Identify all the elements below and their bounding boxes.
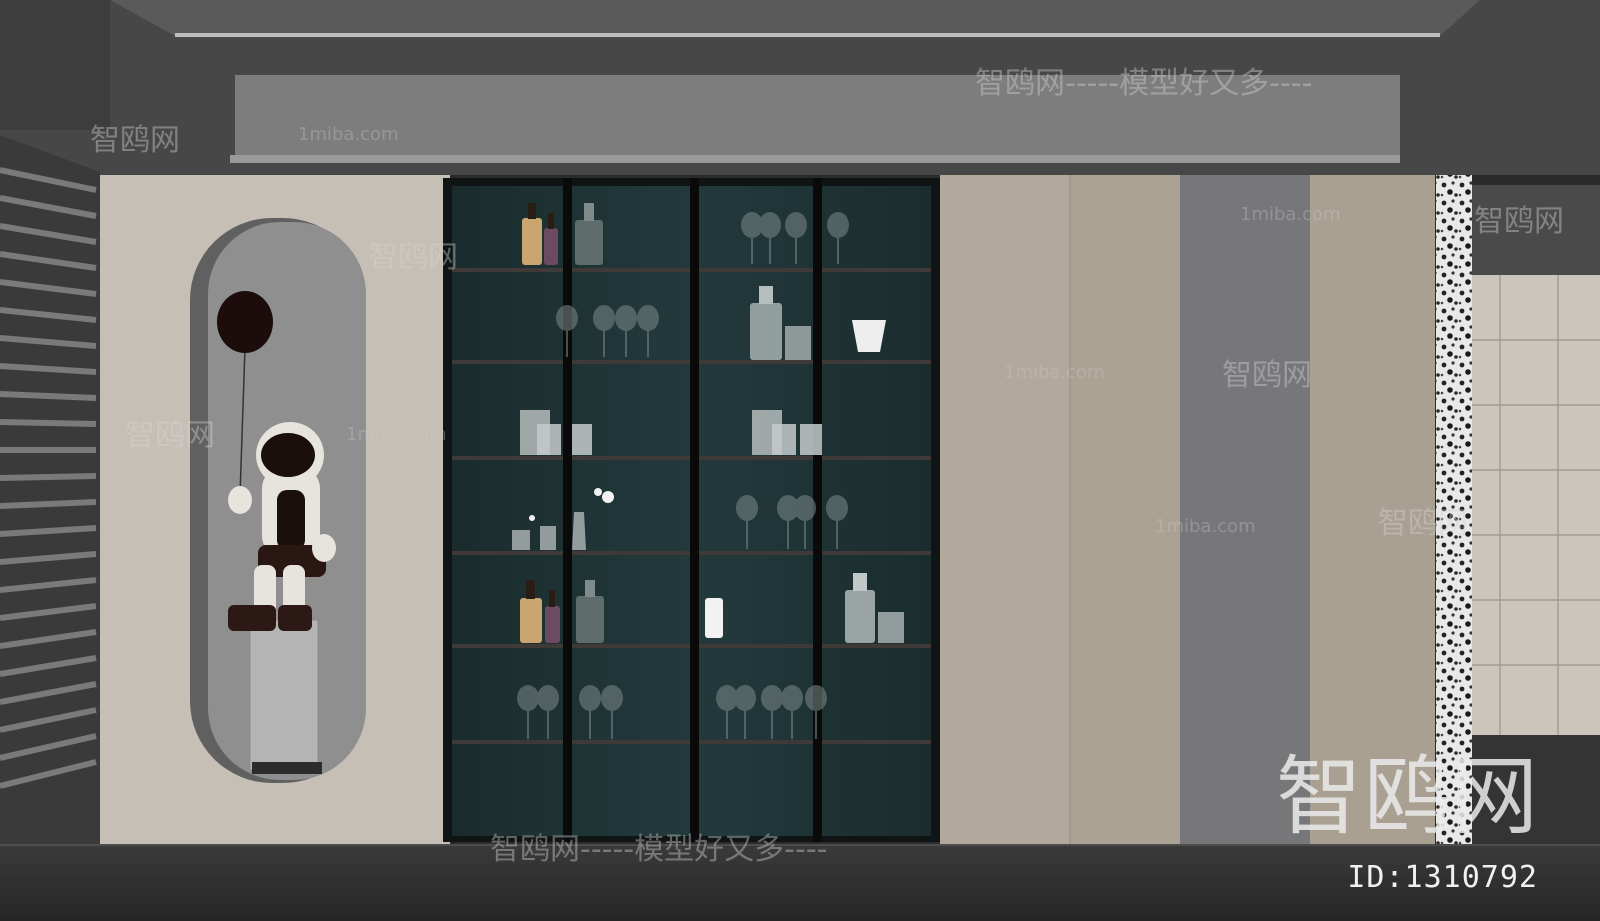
image-id-label: ID:1310792 xyxy=(1347,860,1538,895)
balloon xyxy=(217,291,273,353)
wall-panel-1 xyxy=(940,175,1070,845)
watermark-site-6: 智鸥网 xyxy=(1474,204,1564,239)
acrylic-pedestal xyxy=(249,619,319,771)
watermark-domain-5: 1miba.com xyxy=(1004,362,1105,383)
soffit-edge xyxy=(230,155,1400,163)
watermark-logo: 智鸥网 xyxy=(1276,747,1540,847)
watermark-site-2: 智鸥网 xyxy=(368,240,458,275)
watermark-slogan-bottom: 智鸥网-----模型好又多---- xyxy=(490,832,828,867)
white-candle xyxy=(705,598,723,638)
watermark-domain-3: 1miba.com xyxy=(346,424,447,445)
watermark-domain-1: 1miba.com xyxy=(298,124,399,145)
ceiling-light-strip xyxy=(175,33,1440,37)
watermark-slogan-top: 智鸥网-----模型好又多---- xyxy=(975,66,1313,101)
watermark-site-5: 智鸥网 xyxy=(1378,506,1468,541)
watermark-site-1: 智鸥网 xyxy=(90,123,180,158)
watermark-domain-2: 1miba.com xyxy=(1240,204,1341,225)
interior-render: 智鸥网-----模型好又多---- 1miba.com 1miba.com 智鸥… xyxy=(0,0,1600,921)
watermark-domain-4: 1miba.com xyxy=(1155,516,1256,537)
ceiling-recess xyxy=(110,0,1480,36)
wall-panel-2 xyxy=(1070,175,1180,845)
watermark-site-3: 智鸥网 xyxy=(1222,358,1312,393)
watermark-site-4: 智鸥网 xyxy=(125,418,215,453)
tile-wall xyxy=(1472,275,1600,735)
